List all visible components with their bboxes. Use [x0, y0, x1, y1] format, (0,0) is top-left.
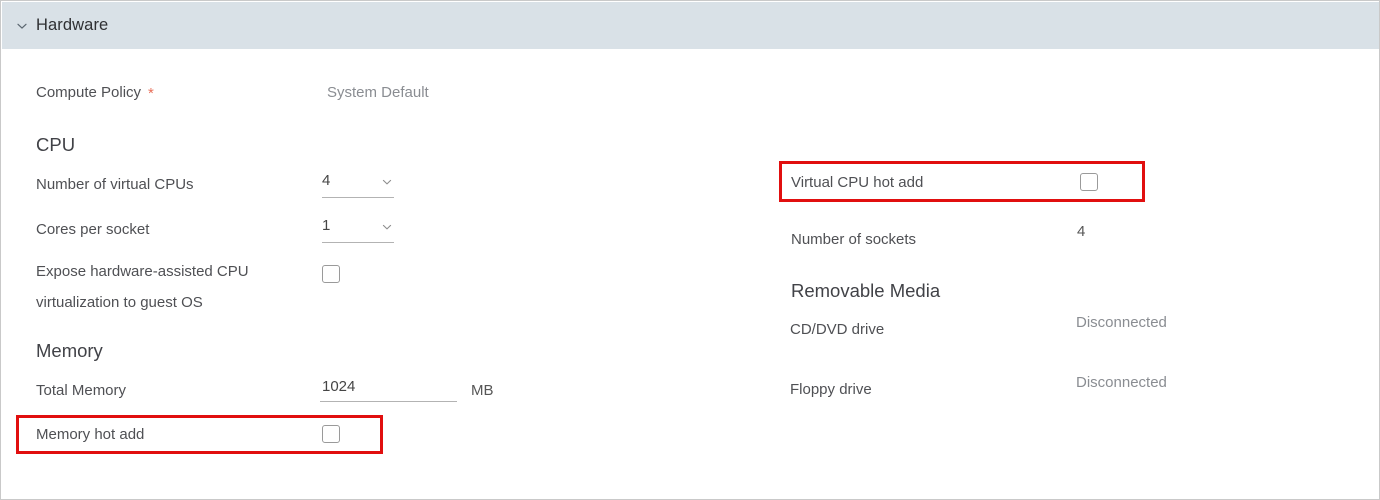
cores-per-socket-select[interactable]: 1	[322, 217, 394, 243]
number-of-virtual-cpus-value: 4	[322, 172, 330, 190]
floppy-drive-label: Floppy drive	[790, 381, 872, 398]
right-column: Virtual CPU hot add Number of sockets 4 …	[702, 49, 1380, 499]
virtual-cpu-hot-add-checkbox[interactable]	[1080, 173, 1098, 191]
compute-policy-label: Compute Policy	[36, 84, 141, 101]
cores-per-socket-label: Cores per socket	[36, 221, 149, 238]
virtual-cpu-hot-add-label: Virtual CPU hot add	[791, 174, 923, 191]
chevron-down-icon[interactable]	[14, 18, 30, 34]
total-memory-unit: MB	[471, 382, 494, 399]
expose-hw-virtualization-label: Expose hardware-assisted CPU virtualizat…	[36, 256, 296, 318]
number-of-sockets-label: Number of sockets	[791, 231, 916, 248]
form-body: Compute Policy * System Default CPU Numbe…	[2, 49, 1380, 499]
memory-group-title: Memory	[36, 340, 103, 362]
hardware-section-header[interactable]: Hardware	[2, 2, 1380, 49]
section-title: Hardware	[36, 16, 108, 35]
compute-policy-value: System Default	[327, 84, 429, 101]
chevron-down-icon[interactable]	[380, 220, 394, 234]
required-marker: *	[148, 85, 154, 102]
total-memory-input[interactable]	[320, 375, 457, 402]
number-of-sockets-value: 4	[1077, 223, 1085, 240]
chevron-down-icon[interactable]	[380, 175, 394, 189]
cd-dvd-drive-label: CD/DVD drive	[790, 321, 884, 338]
number-of-virtual-cpus-select[interactable]: 4	[322, 172, 394, 198]
cores-per-socket-value: 1	[322, 217, 330, 235]
memory-hot-add-label: Memory hot add	[36, 426, 144, 443]
memory-hot-add-checkbox[interactable]	[322, 425, 340, 443]
removable-media-group-title: Removable Media	[791, 280, 940, 302]
cd-dvd-drive-value: Disconnected	[1076, 314, 1167, 331]
expose-hw-virtualization-checkbox[interactable]	[322, 265, 340, 283]
cpu-group-title: CPU	[36, 134, 75, 156]
hardware-settings-panel: Hardware Compute Policy * System Default …	[0, 0, 1380, 500]
left-column: Compute Policy * System Default CPU Numbe…	[2, 49, 702, 499]
floppy-drive-value: Disconnected	[1076, 374, 1167, 391]
compute-policy-label-group: Compute Policy *	[36, 84, 154, 102]
total-memory-label: Total Memory	[36, 382, 126, 399]
number-of-virtual-cpus-label: Number of virtual CPUs	[36, 176, 194, 193]
